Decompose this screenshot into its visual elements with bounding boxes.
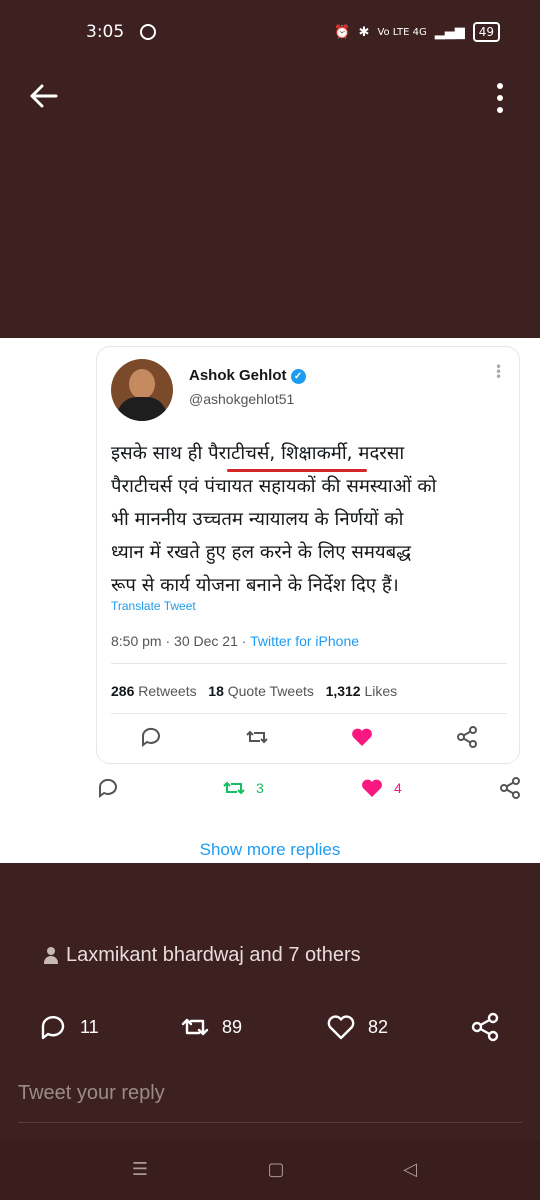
whatsapp-icon: [140, 24, 156, 40]
retweet-icon: [246, 730, 268, 744]
share-icon: [457, 726, 477, 748]
translate-link: Translate Tweet: [111, 599, 196, 613]
back-arrow-icon[interactable]: [28, 82, 60, 110]
share-button[interactable]: [470, 1012, 500, 1042]
tweet-text-line: ध्यान में रखते हुए हल करने के लिए समयबद्…: [111, 542, 411, 563]
post-image[interactable]: Ashok Gehlot ✓ @ashokgehlot51 • • • इसके सा…: [0, 338, 540, 863]
like-count: 82: [368, 1016, 389, 1037]
menu-icon[interactable]: ☰: [128, 1158, 152, 1182]
tweet-handle: @ashokgehlot51: [189, 391, 295, 407]
image-retweet-count: 3: [256, 780, 264, 796]
tweet-author: Ashok Gehlot ✓: [189, 367, 306, 384]
reply-input[interactable]: Tweet your reply: [18, 1082, 165, 1105]
battery-icon: 49: [472, 22, 500, 42]
retweet-icon: [181, 1018, 209, 1036]
signal-icon: ▂▄▆: [434, 24, 465, 40]
tweet-text: इसके साथ ही पैराटीचर्स, शिक्षाकर्मी, मदर…: [111, 437, 515, 602]
status-icons: ⏰ ✱ Vo LTE 4G ▂▄▆ 49: [334, 22, 500, 42]
divider: [111, 713, 507, 714]
tweet-stats: 286 Retweets 18 Quote Tweets 1,312 Likes: [111, 683, 398, 699]
red-underline-mark: [227, 469, 367, 472]
tweet-card: Ashok Gehlot ✓ @ashokgehlot51 • • • इसके सा…: [96, 346, 520, 764]
person-icon: [44, 946, 58, 965]
status-time: 3:05: [86, 22, 125, 42]
tweet-menu-icon: • • •: [495, 360, 503, 384]
back-icon[interactable]: ◁: [398, 1158, 422, 1182]
divider: [111, 663, 507, 664]
retweet-count: 89: [222, 1016, 243, 1037]
share-icon: [500, 777, 520, 799]
reply-icon: [41, 1016, 65, 1040]
alarm-icon: ⏰: [334, 24, 351, 40]
post-actions: 11 89 82: [0, 1012, 540, 1048]
liked-by-text: Laxmikant bhardwaj and 7 others: [66, 944, 361, 966]
retweet-button[interactable]: 89: [180, 1012, 242, 1042]
avatar: [111, 359, 173, 421]
tweet-text-line: भी माननीय उच्चतम न्यायालय के निर्णयों को: [111, 509, 404, 530]
image-like-count: 4: [394, 780, 402, 796]
retweet-icon: [223, 781, 245, 795]
tweet-text-line: इसके साथ ही पैराटीचर्स, शिक्षाकर्मी, मदर…: [111, 443, 405, 464]
more-options-icon[interactable]: [488, 82, 512, 114]
reply-button[interactable]: 11: [38, 1012, 99, 1042]
heart-icon: [327, 1015, 355, 1040]
like-button[interactable]: 82: [326, 1012, 388, 1042]
verified-icon: ✓: [290, 368, 306, 384]
home-icon[interactable]: ▢: [264, 1158, 288, 1182]
network-label: Vo LTE 4G: [377, 26, 427, 38]
image-reply-actions: 3 4: [0, 776, 540, 806]
show-more-replies: Show more replies: [199, 840, 341, 859]
share-icon: [471, 1012, 499, 1042]
reply-count: 11: [80, 1016, 99, 1037]
bluetooth-icon: ✱: [358, 24, 370, 40]
reply-icon: [141, 727, 160, 747]
heart-icon: [362, 779, 382, 797]
tweet-text-line: पैराटीचर्स एवं पंचायत सहायकों की समस्याओ…: [111, 476, 437, 497]
system-nav-bar: ☰ ▢ ◁: [0, 1140, 540, 1200]
tweet-meta: 8:50 pm · 30 Dec 21 · Twitter for iPhone: [111, 633, 360, 649]
tweet-card-actions: [97, 725, 521, 755]
liked-by[interactable]: Laxmikant bhardwaj and 7 others: [44, 944, 361, 967]
heart-icon: [352, 728, 372, 746]
reply-icon: [98, 778, 117, 798]
divider: [18, 1122, 522, 1123]
tweet-text-line: रूप से कार्य योजना बनाने के निर्देश दिए …: [111, 575, 399, 596]
